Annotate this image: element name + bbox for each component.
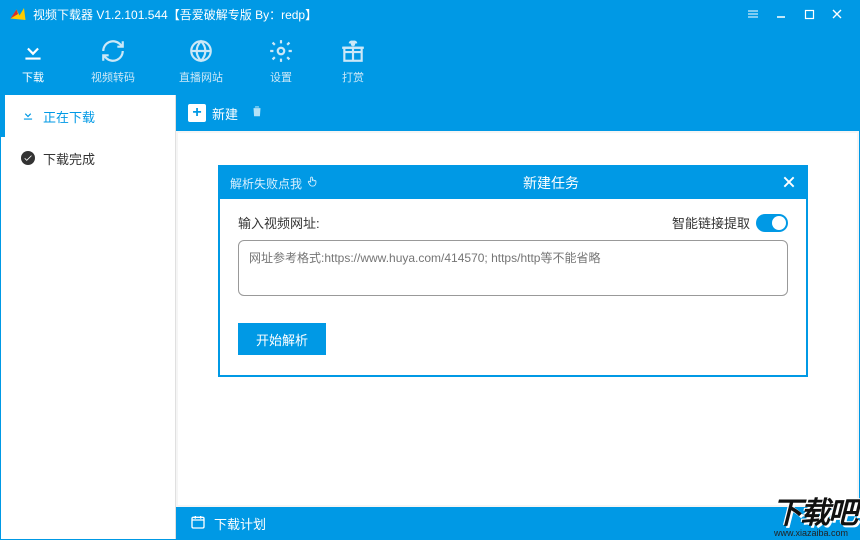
- modal-title: 新建任务: [320, 173, 782, 193]
- maximize-icon[interactable]: [795, 1, 823, 27]
- modal-close-icon[interactable]: [782, 175, 796, 192]
- toolbar-settings-label: 设置: [270, 69, 292, 85]
- modal-body: 输入视频网址: 智能链接提取 开始解析: [220, 199, 806, 375]
- titlebar: 视频下载器 V1.2.101.544【吾爱破解专版 By：redp】: [1, 1, 859, 27]
- plus-icon: +: [188, 104, 206, 122]
- parse-button[interactable]: 开始解析: [238, 323, 326, 355]
- footer-bar[interactable]: 下载计划: [176, 507, 859, 539]
- toolbar-livesite-label: 直播网站: [179, 69, 223, 85]
- gear-icon: [267, 37, 295, 65]
- sidebar-item-completed[interactable]: 下载完成: [1, 137, 175, 179]
- smart-extract-toggle[interactable]: [756, 214, 788, 232]
- minimize-icon[interactable]: [767, 1, 795, 27]
- sidebar-completed-label: 下载完成: [43, 149, 95, 168]
- toolbar-transcode-label: 视频转码: [91, 69, 135, 85]
- toolbar-donate[interactable]: 打赏: [331, 33, 375, 89]
- sidebar: 正在下载 下载完成: [1, 95, 176, 539]
- toolbar-settings[interactable]: 设置: [259, 33, 303, 89]
- calendar-icon: [190, 514, 206, 533]
- modal-header: 解析失败点我 新建任务: [220, 167, 806, 199]
- url-label: 输入视频网址:: [238, 213, 320, 232]
- sidebar-downloading-label: 正在下载: [43, 107, 95, 126]
- app-title: 视频下载器 V1.2.101.544【吾爱破解专版 By：redp】: [33, 6, 317, 23]
- toolbar-download-label: 下载: [22, 69, 44, 85]
- pointer-icon: [306, 175, 320, 192]
- parse-fail-hint[interactable]: 解析失败点我: [230, 175, 320, 192]
- downloading-icon: [21, 108, 35, 125]
- close-icon[interactable]: [823, 1, 851, 27]
- new-task-label: 新建: [212, 104, 238, 123]
- main-toolbar: 下载 视频转码 直播网站 设置 打赏: [1, 27, 859, 95]
- toolbar-donate-label: 打赏: [342, 69, 364, 85]
- smart-extract-label: 智能链接提取: [672, 213, 750, 232]
- download-icon: [19, 37, 47, 65]
- toolbar-transcode[interactable]: 视频转码: [83, 33, 143, 89]
- new-task-modal: 解析失败点我 新建任务 输入视频网址: 智能链接提取: [218, 165, 808, 377]
- refresh-icon: [99, 37, 127, 65]
- app-logo-icon: [9, 5, 27, 23]
- gift-icon: [339, 37, 367, 65]
- trash-icon[interactable]: [250, 104, 264, 123]
- content-toolbar: + 新建: [176, 95, 859, 131]
- globe-icon: [187, 37, 215, 65]
- url-input[interactable]: [238, 240, 788, 296]
- content-area: 解析失败点我 新建任务 输入视频网址: 智能链接提取: [178, 133, 857, 505]
- menu-icon[interactable]: [739, 1, 767, 27]
- footer-schedule-label: 下载计划: [214, 514, 266, 533]
- sidebar-item-downloading[interactable]: 正在下载: [1, 95, 175, 137]
- new-task-button[interactable]: + 新建: [188, 104, 238, 123]
- check-circle-icon: [21, 151, 35, 165]
- toolbar-download[interactable]: 下载: [11, 33, 55, 89]
- toolbar-livesite[interactable]: 直播网站: [171, 33, 231, 89]
